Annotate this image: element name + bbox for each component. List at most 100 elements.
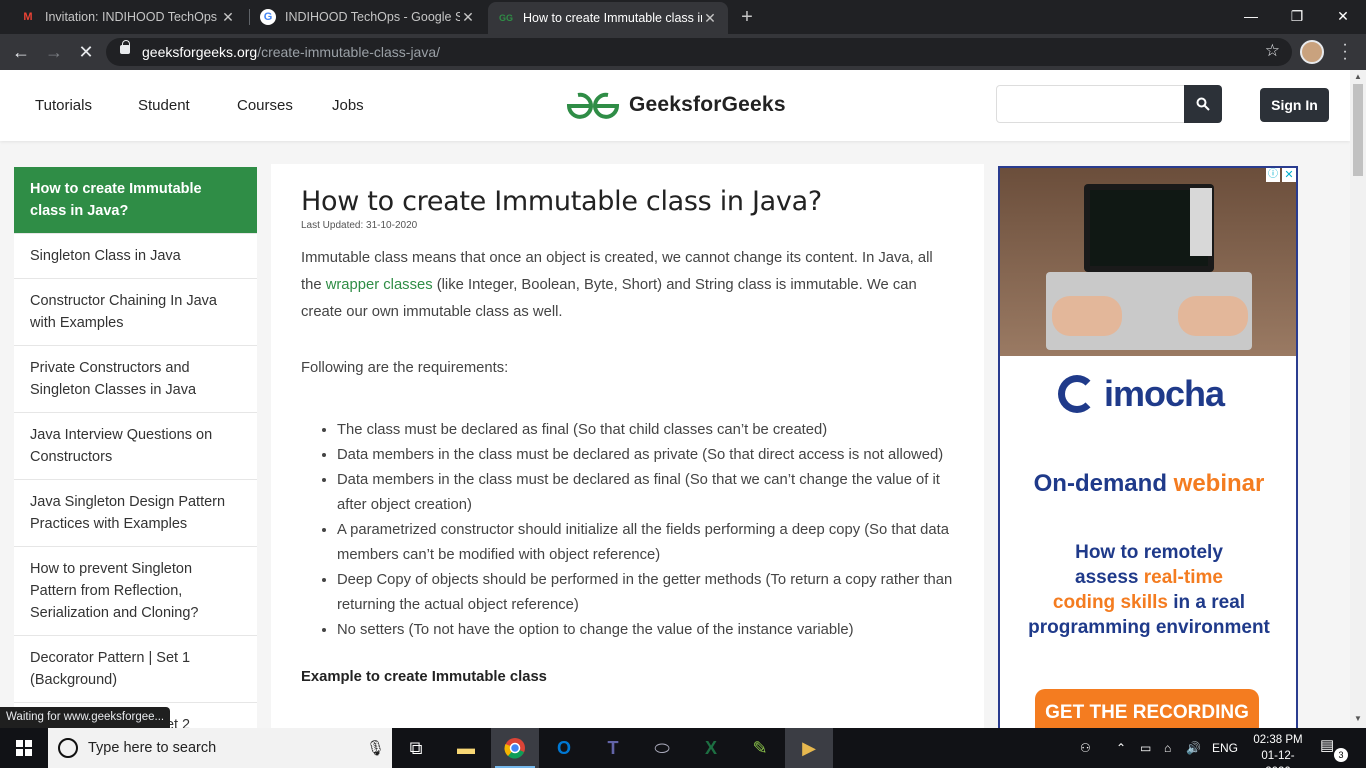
article-body: How to create Immutable class in Java? L…: [271, 164, 984, 728]
ad-headline-a: On-demand: [1033, 470, 1174, 497]
list-item: Deep Copy of objects should be performed…: [337, 568, 954, 618]
sign-in-button[interactable]: Sign In: [1260, 88, 1329, 122]
language-indicator[interactable]: ENG: [1212, 728, 1238, 768]
close-icon[interactable]: ✕: [702, 10, 718, 27]
taskbar-search-placeholder: Type here to search: [88, 740, 217, 756]
outlook-icon[interactable]: O: [540, 728, 588, 768]
cortana-icon: [58, 738, 78, 758]
sidebar-item-active[interactable]: How to create Immutable class in Java?: [14, 167, 257, 234]
forward-button[interactable]: →: [42, 40, 66, 64]
teams-icon[interactable]: T: [589, 728, 637, 768]
ad-cta-button[interactable]: GET THE RECORDING: [1035, 689, 1259, 728]
left-hand: [1052, 296, 1122, 336]
people-icon[interactable]: ⚇: [1080, 728, 1091, 768]
gfg-icon: GG: [498, 13, 513, 23]
search-button[interactable]: [1184, 85, 1222, 123]
scroll-thumb[interactable]: [1353, 84, 1363, 176]
nav-jobs[interactable]: Jobs: [332, 97, 364, 114]
battery-icon[interactable]: ▭: [1140, 728, 1151, 768]
microphone-icon[interactable]: 🎙: [366, 739, 385, 757]
nav-student[interactable]: Student: [138, 97, 190, 114]
chrome-taskbar-icon[interactable]: [491, 728, 539, 768]
page-scrollbar[interactable]: ▲ ▼: [1350, 70, 1366, 728]
volume-icon[interactable]: 🔊: [1186, 728, 1201, 768]
tab-google[interactable]: G INDIHOOD TechOps - Google Se ✕: [250, 0, 486, 34]
app-icon[interactable]: ⬭: [638, 728, 686, 768]
article-title: How to create Immutable class in Java?: [301, 186, 822, 217]
system-clock[interactable]: 02:38 PM 01-12-2020: [1250, 732, 1306, 780]
tab-label: INDIHOOD TechOps - Google Se: [285, 10, 460, 24]
list-item: No setters (To not have the option to ch…: [337, 618, 954, 643]
task-view-icon[interactable]: ⧉: [392, 728, 440, 768]
search-icon: [1196, 97, 1210, 111]
tab-label: How to create Immutable class in: [523, 11, 702, 25]
media-app-icon[interactable]: ▶: [785, 728, 833, 768]
close-icon[interactable]: ✕: [460, 9, 476, 26]
nav-tutorials[interactable]: Tutorials: [35, 97, 92, 114]
ad-sub-2: assess real-time: [1000, 565, 1296, 590]
file-explorer-icon[interactable]: ▬: [442, 728, 490, 768]
last-updated: Last Updated: 31-10-2020: [301, 220, 418, 231]
site-search-input[interactable]: [996, 85, 1186, 123]
ad-info-icon[interactable]: ⓘ: [1266, 168, 1280, 182]
requirements-list: The class must be declared as final (So …: [301, 418, 954, 643]
bookmark-star-icon[interactable]: ☆: [1265, 41, 1280, 61]
wrapper-classes-link[interactable]: wrapper classes: [326, 277, 433, 293]
taskbar-search[interactable]: Type here to search 🎙: [48, 728, 392, 768]
web-page: Tutorials Student Courses Jobs GeeksforG…: [0, 70, 1350, 728]
url-path: /create-immutable-class-java/: [257, 44, 441, 60]
advertisement[interactable]: ⓘ ✕ imocha On-demand webinar How to remo…: [998, 166, 1298, 728]
ad-sub-2b: real-time: [1143, 567, 1223, 588]
profile-avatar[interactable]: [1300, 40, 1324, 64]
example-heading: Example to create Immutable class: [301, 669, 547, 685]
chrome-menu-icon[interactable]: · · ·: [1340, 37, 1350, 67]
imocha-ring-icon: [1058, 375, 1096, 413]
stop-loading-button[interactable]: ✕: [74, 40, 98, 64]
browser-titlebar: M Invitation: INDIHOOD TechOps (T ✕ G IN…: [0, 0, 1366, 34]
start-button[interactable]: [0, 728, 48, 768]
sidebar-item[interactable]: How to prevent Singleton Pattern from Re…: [14, 547, 257, 636]
lock-icon: [120, 40, 130, 54]
sidebar-item[interactable]: Private Constructors and Singleton Class…: [14, 346, 257, 413]
minimize-button[interactable]: —: [1228, 0, 1274, 32]
address-bar[interactable]: geeksforgeeks.org/create-immutable-class…: [106, 38, 1292, 66]
ad-sub-1: How to remotely: [1075, 542, 1223, 563]
sidebar-item[interactable]: Singleton Class in Java: [14, 234, 257, 279]
ad-headline: On-demand webinar: [1000, 470, 1296, 498]
clock-time: 02:38 PM: [1253, 734, 1303, 746]
ad-brand: imocha: [1104, 373, 1225, 414]
ad-close-icon[interactable]: ✕: [1282, 168, 1296, 182]
url-host: geeksforgeeks.org: [142, 44, 258, 60]
nav-courses[interactable]: Courses: [237, 97, 293, 114]
notification-center-icon[interactable]: ▤ 3: [1320, 736, 1348, 762]
sidebar-item[interactable]: Constructor Chaining In Java with Exampl…: [14, 279, 257, 346]
back-button[interactable]: ←: [9, 40, 33, 64]
clock-date: 01-12-2020: [1261, 750, 1295, 778]
sidebar-item[interactable]: Java Singleton Design Pattern Practices …: [14, 480, 257, 547]
tab-label: Invitation: INDIHOOD TechOps (T: [45, 10, 220, 24]
scroll-up-icon[interactable]: ▲: [1354, 72, 1362, 81]
ad-sub-4: programming environment: [1028, 617, 1270, 638]
related-articles-sidebar: How to create Immutable class in Java? S…: [14, 167, 257, 728]
imocha-logo: imocha: [1058, 373, 1225, 415]
restore-button[interactable]: ❐: [1274, 0, 1320, 32]
show-hidden-icons[interactable]: ⌃: [1116, 728, 1126, 768]
scroll-down-icon[interactable]: ▼: [1354, 714, 1362, 723]
gfg-logo-icon: [566, 92, 620, 119]
notepad-icon[interactable]: ✎: [736, 728, 784, 768]
network-icon[interactable]: ⌂: [1164, 728, 1171, 768]
browser-toolbar: ← → ✕ geeksforgeeks.org/create-immutable…: [0, 34, 1366, 70]
ad-sub-3a: coding skills: [1052, 592, 1168, 613]
new-tab-button[interactable]: +: [735, 5, 759, 29]
sidebar-item[interactable]: Decorator Pattern | Set 1 (Background): [14, 636, 257, 703]
site-logo[interactable]: GeeksforGeeks: [565, 90, 786, 120]
list-item: Data members in the class must be declar…: [337, 468, 954, 518]
ad-photo: [1000, 168, 1296, 356]
list-item: A parametrized constructor should initia…: [337, 518, 954, 568]
tab-gfg-active[interactable]: GG How to create Immutable class in ✕: [488, 2, 728, 34]
close-window-button[interactable]: ✕: [1320, 0, 1366, 32]
sidebar-item[interactable]: Java Interview Questions on Constructors: [14, 413, 257, 480]
close-icon[interactable]: ✕: [220, 9, 236, 26]
tab-gmail[interactable]: M Invitation: INDIHOOD TechOps (T ✕: [10, 0, 246, 34]
excel-icon[interactable]: X: [687, 728, 735, 768]
